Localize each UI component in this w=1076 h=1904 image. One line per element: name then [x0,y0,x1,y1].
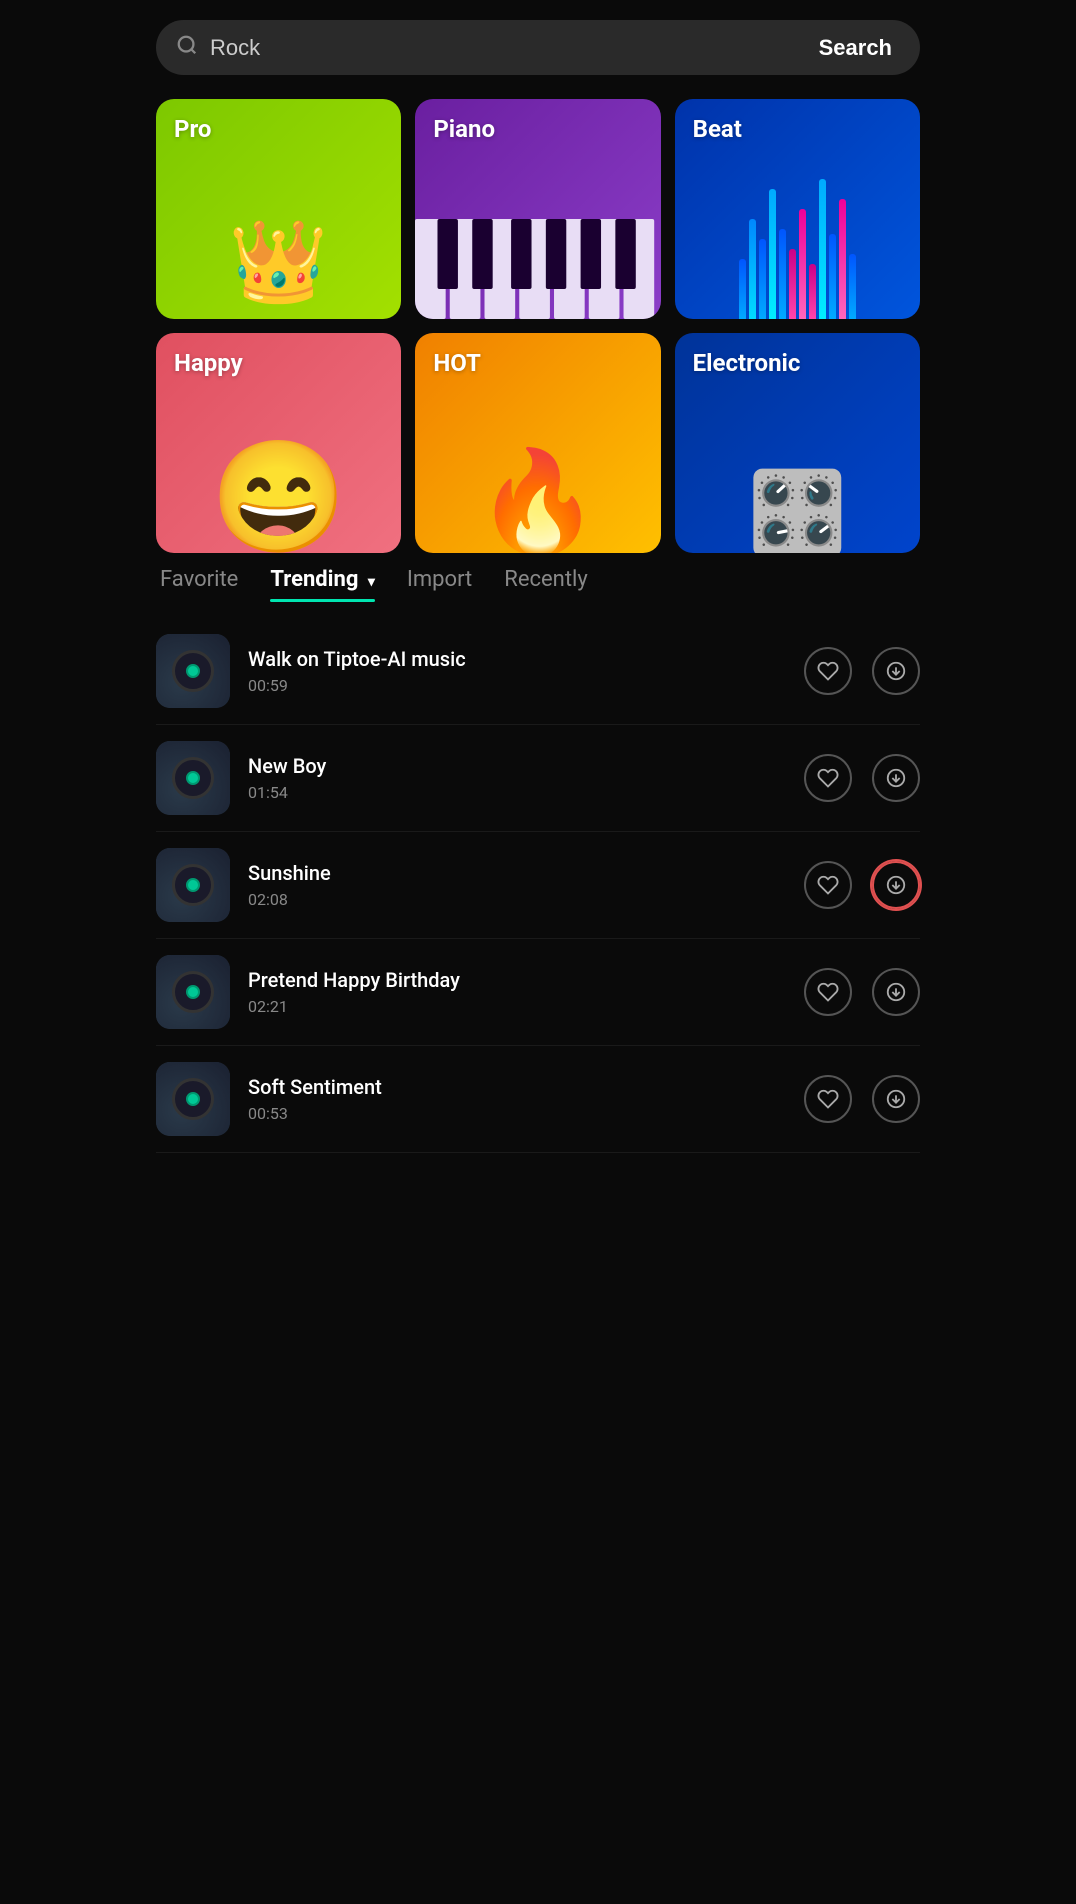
category-label-pro: Pro [174,115,211,143]
category-label-electronic: Electronic [693,349,801,377]
vinyl-center [186,771,200,785]
happy-icon: 😄 [210,443,347,553]
download-button-highlighted[interactable] [872,861,920,909]
track-duration: 00:59 [248,676,804,695]
category-row-1: Pro 👑 Piano [156,99,920,319]
track-duration: 02:21 [248,997,804,1016]
category-card-beat[interactable]: Beat [675,99,920,319]
category-card-happy[interactable]: Happy 😄 [156,333,401,553]
track-actions [804,1075,920,1123]
vinyl-center [186,664,200,678]
track-title: Walk on Tiptoe-AI music [248,647,804,671]
vinyl-center [186,985,200,999]
track-thumbnail[interactable] [156,955,230,1029]
search-button[interactable]: Search [811,35,900,61]
category-card-hot[interactable]: HOT 🔥 [415,333,660,553]
track-title: Pretend Happy Birthday [248,968,804,992]
track-title: Sunshine [248,861,804,885]
track-item: New Boy 01:54 [156,725,920,832]
track-title: Soft Sentiment [248,1075,804,1099]
track-info: Sunshine 02:08 [248,861,804,909]
electronic-icon: 🎛️ [748,473,848,553]
category-card-electronic[interactable]: Electronic 🎛️ [675,333,920,553]
search-icon [176,34,198,61]
track-actions [804,861,920,909]
tab-favorite[interactable]: Favorite [160,567,238,598]
tab-import[interactable]: Import [407,567,472,598]
track-info: Soft Sentiment 00:53 [248,1075,804,1123]
track-info: New Boy 01:54 [248,754,804,802]
track-actions [804,968,920,1016]
track-thumbnail[interactable] [156,848,230,922]
category-label-piano: Piano [433,115,495,143]
vinyl-icon [172,757,214,799]
track-item: Soft Sentiment 00:53 [156,1046,920,1153]
favorite-button[interactable] [804,754,852,802]
search-input[interactable] [210,35,811,61]
favorite-button[interactable] [804,1075,852,1123]
favorite-button[interactable] [804,861,852,909]
track-list: Walk on Tiptoe-AI music 00:59 New Boy 01… [156,618,920,1153]
tab-recently[interactable]: Recently [504,567,588,598]
category-card-piano[interactable]: Piano [415,99,660,319]
category-label-hot: HOT [433,349,481,377]
category-row-2: Happy 😄 HOT 🔥 Electronic 🎛️ [156,333,920,553]
track-info: Pretend Happy Birthday 02:21 [248,968,804,1016]
tabs-bar: Favorite Trending ▾ Import Recently [156,567,920,598]
vinyl-icon [172,650,214,692]
vinyl-center [186,1092,200,1106]
download-button[interactable] [872,968,920,1016]
track-actions [804,647,920,695]
category-label-beat: Beat [693,115,742,143]
category-card-pro[interactable]: Pro 👑 [156,99,401,319]
track-title: New Boy [248,754,804,778]
category-label-happy: Happy [174,349,243,377]
favorite-button[interactable] [804,968,852,1016]
chevron-down-icon: ▾ [368,574,375,590]
track-info: Walk on Tiptoe-AI music 00:59 [248,647,804,695]
vinyl-icon [172,864,214,906]
track-thumbnail[interactable] [156,1062,230,1136]
favorite-button[interactable] [804,647,852,695]
track-thumbnail[interactable] [156,741,230,815]
track-item: Walk on Tiptoe-AI music 00:59 [156,618,920,725]
track-actions [804,754,920,802]
download-button[interactable] [872,647,920,695]
vinyl-icon [172,971,214,1013]
track-duration: 01:54 [248,783,804,802]
track-item: Pretend Happy Birthday 02:21 [156,939,920,1046]
tab-trending[interactable]: Trending ▾ [270,567,375,598]
track-duration: 02:08 [248,890,804,909]
track-thumbnail[interactable] [156,634,230,708]
track-item: Sunshine 02:08 [156,832,920,939]
track-duration: 00:53 [248,1104,804,1123]
download-button[interactable] [872,1075,920,1123]
pro-icon: 👑 [229,215,329,309]
search-bar: Search [156,20,920,75]
vinyl-icon [172,1078,214,1120]
hot-icon: 🔥 [476,453,601,553]
download-button[interactable] [872,754,920,802]
vinyl-center [186,878,200,892]
